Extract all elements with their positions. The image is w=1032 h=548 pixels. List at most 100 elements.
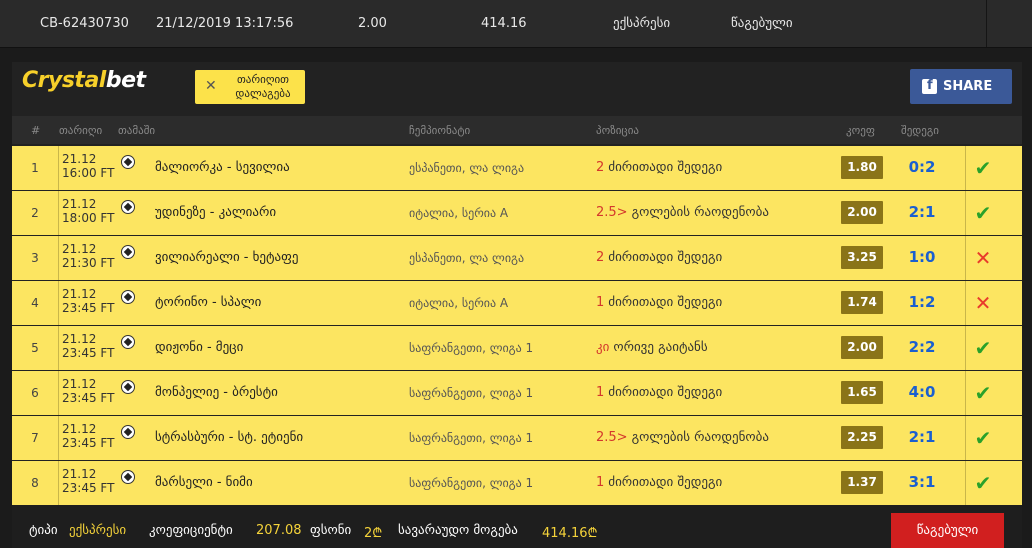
row-match[interactable]: უდინეზე - კალიარი — [155, 205, 276, 220]
divider — [58, 281, 59, 325]
divider — [965, 191, 966, 235]
close-icon: ✕ — [205, 78, 217, 94]
row-score: 1:0 — [908, 248, 936, 266]
row-pick: 2 ძირითადი შედეგი — [596, 160, 722, 175]
stake-value: 2₾ — [364, 526, 383, 541]
status-lost-button[interactable]: წაგებული — [891, 513, 1004, 548]
row-datetime: 21.12 18:00 FT — [62, 197, 115, 225]
row-league: საფრანგეთი, ლიგა 1 — [409, 431, 534, 445]
football-icon — [121, 470, 135, 484]
divider — [58, 371, 59, 415]
col-result: შედეგი — [901, 124, 939, 137]
divider — [58, 461, 59, 505]
table-row: 7 21.12 23:45 FT სტრასბური - სტ. ეტიენი საფრ… — [12, 416, 1022, 460]
check-icon: ✔ — [974, 336, 992, 360]
pick-market: გოლების რაოდენობა — [631, 430, 769, 445]
table-row: 6 21.12 23:45 FT მონპელიე - ბრესტი საფრანგეთ… — [12, 371, 1022, 415]
football-icon — [121, 290, 135, 304]
row-odds: 2.25 — [841, 426, 883, 449]
row-odds: 3.25 — [841, 246, 883, 269]
row-pick: 2 ძირითადი შედეგი — [596, 250, 722, 265]
sort-button-label: თარიღით დალაგება — [235, 73, 291, 100]
share-label: SHARE — [943, 79, 993, 94]
divider — [58, 416, 59, 460]
bet-stake: 2.00 — [358, 16, 387, 31]
col-odds: კოეფ — [846, 124, 875, 137]
divider — [965, 236, 966, 280]
row-league: საფრანგეთი, ლიგა 1 — [409, 386, 534, 400]
divider — [965, 371, 966, 415]
row-score: 4:0 — [908, 383, 936, 401]
divider — [58, 191, 59, 235]
row-pick: 2.5> გოლების რაოდენობა — [596, 205, 769, 220]
divider — [965, 281, 966, 325]
bet-datetime: 21/12/2019 13:17:56 — [156, 16, 294, 31]
cross-icon: ✕ — [974, 291, 992, 315]
table-row: 2 21.12 18:00 FT უდინეზე - კალიარი იტალია, ს… — [12, 191, 1022, 235]
row-match[interactable]: დიჟონი - მეცი — [155, 340, 243, 355]
type-label: ტიპი — [29, 523, 58, 538]
col-date: თარიღი — [59, 124, 103, 137]
row-datetime: 21.12 23:45 FT — [62, 467, 115, 495]
row-match[interactable]: ვილიარეალი - ხეტაფე — [155, 250, 298, 265]
football-icon — [121, 200, 135, 214]
divider — [965, 461, 966, 505]
row-score: 2:2 — [908, 338, 936, 356]
football-icon — [121, 380, 135, 394]
row-score: 2:1 — [908, 428, 936, 446]
row-number: 5 — [31, 341, 39, 355]
divider — [965, 416, 966, 460]
pick-code: 2.5> — [596, 205, 628, 220]
pick-code: 2 — [596, 160, 605, 175]
facebook-icon — [922, 78, 937, 94]
row-match[interactable]: მარსელი - ნიმი — [155, 475, 253, 490]
pick-market: ძირითადი შედეგი — [608, 385, 723, 400]
pick-market: ორივე გაიტანს — [613, 340, 708, 355]
football-icon — [121, 335, 135, 349]
row-datetime: 21.12 23:45 FT — [62, 377, 115, 405]
col-pick: პოზიცია — [596, 124, 639, 137]
col-league: ჩემპიონატი — [409, 124, 471, 137]
divider — [986, 0, 987, 48]
row-datetime: 21.12 21:30 FT — [62, 242, 115, 270]
row-odds: 1.37 — [841, 471, 883, 494]
row-match[interactable]: ტორინო - სპალი — [155, 295, 261, 310]
table-row: 4 21.12 23:45 FT ტორინო - სპალი იტალია, სერი… — [12, 281, 1022, 325]
win-label: სავარაუდო მოგება — [398, 523, 518, 538]
row-number: 6 — [31, 386, 39, 400]
row-number: 4 — [31, 296, 39, 310]
win-value: 414.16₾ — [542, 526, 598, 541]
row-score: 1:2 — [908, 293, 936, 311]
cross-icon: ✕ — [974, 246, 992, 270]
sort-by-date-button[interactable]: ✕ თარიღით დალაგება — [195, 70, 305, 104]
row-league: იტალია, სერია A — [409, 296, 509, 310]
divider — [58, 146, 59, 190]
row-league: საფრანგეთი, ლიგა 1 — [409, 476, 534, 490]
row-number: 7 — [31, 431, 39, 445]
row-league: ესპანეთი, ლა ლიგა — [409, 251, 525, 265]
pick-code: 2 — [596, 250, 605, 265]
football-icon — [121, 245, 135, 259]
row-pick: 1 ძირითადი შედეგი — [596, 475, 722, 490]
divider — [0, 47, 1032, 48]
stake-label: ფსონი — [310, 523, 352, 538]
football-icon — [121, 425, 135, 439]
row-number: 2 — [31, 206, 39, 220]
check-icon: ✔ — [974, 471, 992, 495]
pick-market: ძირითადი შედეგი — [608, 160, 723, 175]
row-odds: 2.00 — [841, 336, 883, 359]
check-icon: ✔ — [974, 201, 992, 225]
col-num: # — [31, 124, 41, 137]
row-match[interactable]: სტრასბური - სტ. ეტიენი — [155, 430, 303, 445]
row-odds: 1.80 — [841, 156, 883, 179]
type-value: ექსპრესი — [69, 523, 127, 538]
row-number: 8 — [31, 476, 39, 490]
row-match[interactable]: მონპელიე - ბრესტი — [155, 385, 278, 400]
share-button[interactable]: SHARE — [910, 69, 1012, 104]
bet-footer: ტიპი ექსპრესი კოეფიციენტი 207.08 ფსონი 2… — [12, 505, 1022, 548]
pick-market: გოლების რაოდენობა — [631, 205, 769, 220]
pick-market: ძირითადი შედეგი — [608, 250, 723, 265]
football-icon — [121, 155, 135, 169]
pick-code: კი — [596, 340, 610, 355]
row-match[interactable]: მალიორკა - სევილია — [155, 160, 290, 175]
